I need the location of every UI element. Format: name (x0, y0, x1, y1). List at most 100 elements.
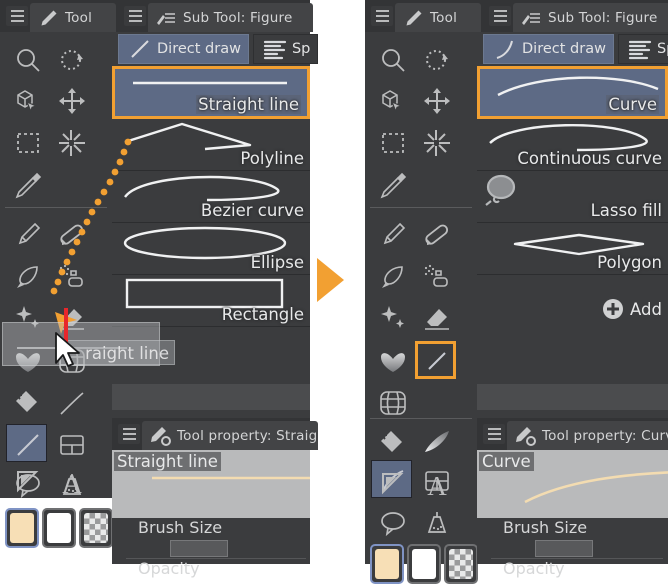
fill-icon[interactable] (6, 382, 50, 424)
tab-tool-property[interactable]: Tool property: Straig (142, 421, 318, 450)
figure-icon[interactable] (415, 340, 459, 382)
object-select-icon[interactable] (6, 80, 50, 122)
tab-tool[interactable]: Tool (30, 3, 116, 32)
sub-color-swatch[interactable] (407, 544, 441, 584)
hamburger-icon[interactable] (371, 6, 393, 26)
hamburger-icon[interactable] (489, 6, 511, 26)
screenshot-root: Tool Sub Tool: Figure A Direct draw Sp S… (0, 0, 668, 584)
subtool-item-curve[interactable]: Curve (477, 66, 668, 119)
figure-icon-selected[interactable] (6, 424, 50, 466)
tab-direct-draw[interactable]: Direct draw (118, 34, 249, 64)
subtool-item-polyline[interactable]: Polyline (112, 119, 310, 171)
tab-tool-label: Tool (65, 9, 93, 26)
tab-speed-line[interactable]: Sp (252, 34, 319, 64)
marquee-select-icon[interactable] (371, 122, 415, 164)
left-tool-palette-lower (0, 464, 112, 502)
transparent-color-swatch[interactable] (79, 508, 113, 548)
tab-direct-draw[interactable]: Direct draw (483, 34, 614, 64)
subtool-add-row[interactable]: Add (477, 275, 668, 329)
tab-speed-line-label: Sp (291, 41, 311, 57)
tab-subtool-label: Sub Tool: Figure (183, 9, 293, 26)
subtool-item-bezier-curve[interactable]: Bezier curve (112, 171, 310, 223)
tab-subtool-label: Sub Tool: Figure (548, 9, 658, 26)
tab-subtool-figure[interactable]: Sub Tool: Figure (148, 3, 313, 32)
subtool-item-label: Continuous curve (517, 149, 662, 168)
subtool-item-polygon[interactable]: Polygon (477, 223, 668, 275)
main-color-swatch[interactable] (370, 544, 404, 584)
balloon-icon[interactable] (371, 502, 415, 544)
right-color-swatches (370, 544, 481, 584)
eraser-icon[interactable] (415, 298, 459, 340)
tab-subtool-figure[interactable]: Sub Tool: Figure (513, 3, 668, 32)
hamburger-icon[interactable] (6, 6, 28, 26)
subtool-item-label: Straight line (196, 95, 301, 114)
ruler-icon[interactable] (371, 464, 415, 506)
right-subtool-footer (477, 384, 668, 410)
subtool-item-lasso-fill[interactable]: Lasso fill (477, 171, 668, 223)
frame-border-icon[interactable] (50, 424, 94, 466)
left-subtool-tabs: Direct draw Sp (112, 32, 322, 66)
object-select-icon[interactable] (371, 80, 415, 122)
figure-icon[interactable] (50, 382, 94, 424)
tool-divider (5, 207, 107, 208)
magnifier-icon[interactable] (371, 40, 415, 82)
tab-tool-property[interactable]: Tool property: Curv (507, 421, 668, 450)
brush-icon[interactable] (6, 256, 50, 298)
pen-icon[interactable] (6, 214, 50, 256)
tab-tool[interactable]: Tool (395, 3, 481, 32)
eyedropper-icon[interactable] (6, 164, 50, 206)
rotate-icon[interactable] (50, 40, 94, 82)
eyedropper-icon[interactable] (371, 164, 415, 206)
brush-size-label: Brush Size (503, 518, 588, 537)
speed-line-icon (626, 38, 654, 60)
sub-color-swatch[interactable] (42, 508, 76, 548)
subtool-item-label: Rectangle (221, 305, 304, 324)
subtool-item-ellipse[interactable]: Ellipse (112, 223, 310, 275)
hamburger-icon[interactable] (124, 6, 146, 26)
move-icon[interactable] (50, 80, 94, 122)
main-color-swatch[interactable] (5, 508, 39, 548)
subtool-item-continuous-curve[interactable]: Continuous curve (477, 119, 668, 171)
correct-line-icon[interactable] (50, 464, 94, 506)
marquee-select-icon[interactable] (6, 122, 50, 164)
move-icon[interactable] (415, 80, 459, 122)
rotate-icon[interactable] (415, 40, 459, 82)
left-brush-size-row: Brush Size (112, 518, 310, 560)
hamburger-icon[interactable] (483, 424, 505, 444)
tab-direct-draw-label: Direct draw (522, 41, 606, 57)
brush-icon[interactable] (371, 256, 415, 298)
subtool-item-label: Bezier curve (200, 201, 304, 220)
left-tool-preset-preview: Straight line (112, 450, 310, 518)
hamburger-icon[interactable] (118, 424, 140, 444)
toolproperty-icon (148, 425, 172, 447)
left-tool-property-panel: Tool property: Straig Straight line Brus… (112, 418, 318, 578)
left-subtool-titlebar: Sub Tool: Figure (118, 0, 313, 32)
pencil-icon (36, 7, 60, 29)
airbrush-icon[interactable] (50, 256, 94, 298)
text-icon[interactable]: A (415, 464, 459, 506)
blend-icon[interactable] (371, 340, 415, 382)
pencil-tool-icon[interactable] (415, 214, 459, 256)
left-subtool-list: Straight line Polyline Bezier curve Elli… (112, 66, 310, 327)
subtool-item-label: Polyline (240, 149, 304, 168)
pencil-tool-icon[interactable] (50, 214, 94, 256)
tool-property-title: Tool property: Curv (542, 427, 668, 444)
subtool-item-rectangle[interactable]: Rectangle (112, 275, 310, 327)
subtool-item-straight-line[interactable]: Straight line (112, 66, 310, 119)
decoration-icon[interactable] (371, 298, 415, 340)
tab-speed-line[interactable]: Sp (617, 34, 668, 64)
tab-speed-line-label: Sp (656, 41, 668, 57)
correct-line-icon[interactable] (415, 502, 459, 544)
brush-size-slider[interactable] (535, 540, 593, 557)
auto-select-icon[interactable] (50, 122, 94, 164)
magnifier-icon[interactable] (6, 40, 50, 82)
auto-select-icon[interactable] (415, 122, 459, 164)
balloon-icon[interactable] (6, 464, 50, 506)
transparent-color-swatch[interactable] (444, 544, 478, 584)
airbrush-icon[interactable] (415, 256, 459, 298)
right-tool-property-panel: Tool property: Curv Curve Brush Size Opa… (477, 418, 668, 578)
gradient-sweep-icon[interactable] (415, 422, 459, 464)
fill-icon[interactable] (371, 422, 415, 464)
brush-size-slider[interactable] (170, 540, 228, 557)
pen-icon[interactable] (371, 214, 415, 256)
